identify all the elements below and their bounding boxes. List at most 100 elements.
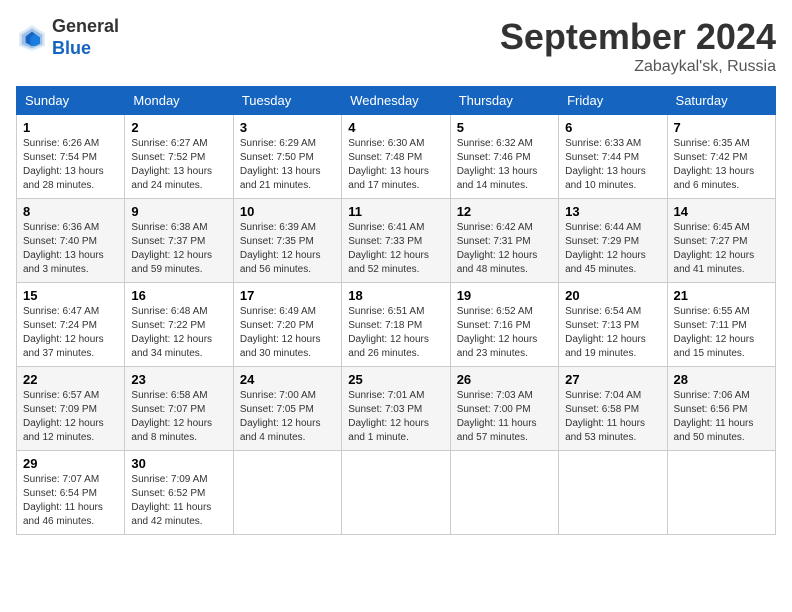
day-number: 15 bbox=[23, 288, 118, 303]
day-number: 6 bbox=[565, 120, 660, 135]
day-number: 16 bbox=[131, 288, 226, 303]
calendar-day-cell: 20 Sunrise: 6:54 AMSunset: 7:13 PMDayligh… bbox=[559, 283, 667, 367]
day-number: 21 bbox=[674, 288, 769, 303]
day-info: Sunrise: 7:00 AMSunset: 7:05 PMDaylight:… bbox=[240, 389, 335, 445]
calendar-week-row: 15 Sunrise: 6:47 AMSunset: 7:24 PMDayligh… bbox=[17, 283, 776, 367]
calendar-day-cell bbox=[233, 451, 341, 535]
calendar-day-cell: 23Sunrise: 6:58 AMSunset: 7:07 PMDayligh… bbox=[125, 367, 233, 451]
calendar-day-cell: 4 Sunrise: 6:30 AMSunset: 7:48 PMDaylight… bbox=[342, 115, 450, 199]
day-info: Sunrise: 6:35 AMSunset: 7:42 PMDaylight:… bbox=[674, 137, 769, 193]
day-info: Sunrise: 6:44 AMSunset: 7:29 PMDaylight:… bbox=[565, 221, 660, 277]
day-info: Sunrise: 6:41 AMSunset: 7:33 PMDaylight:… bbox=[348, 221, 443, 277]
title-block: September 2024 Zabaykal'sk, Russia bbox=[500, 16, 776, 76]
calendar-day-cell: 3Sunrise: 6:29 AMSunset: 7:50 PMDaylight… bbox=[233, 115, 341, 199]
weekday-header-tuesday: Tuesday bbox=[233, 87, 341, 115]
day-number: 1 bbox=[23, 120, 118, 135]
calendar-day-cell bbox=[450, 451, 558, 535]
calendar-week-row: 1 Sunrise: 6:26 AMSunset: 7:54 PMDaylight… bbox=[17, 115, 776, 199]
calendar-day-cell: 15 Sunrise: 6:47 AMSunset: 7:24 PMDayligh… bbox=[17, 283, 125, 367]
day-number: 4 bbox=[348, 120, 443, 135]
calendar-day-cell: 7Sunrise: 6:35 AMSunset: 7:42 PMDaylight… bbox=[667, 115, 775, 199]
calendar-day-cell: 18Sunrise: 6:51 AMSunset: 7:18 PMDayligh… bbox=[342, 283, 450, 367]
day-number: 28 bbox=[674, 372, 769, 387]
day-info: Sunrise: 7:03 AMSunset: 7:00 PMDaylight:… bbox=[457, 389, 552, 445]
day-number: 17 bbox=[240, 288, 335, 303]
day-info: Sunrise: 7:01 AMSunset: 7:03 PMDaylight:… bbox=[348, 389, 443, 445]
logo: General Blue bbox=[16, 16, 119, 59]
calendar-day-cell: 8 Sunrise: 6:36 AMSunset: 7:40 PMDaylight… bbox=[17, 199, 125, 283]
calendar-day-cell: 6 Sunrise: 6:33 AMSunset: 7:44 PMDaylight… bbox=[559, 115, 667, 199]
calendar-day-cell: 5Sunrise: 6:32 AMSunset: 7:46 PMDaylight… bbox=[450, 115, 558, 199]
day-info: Sunrise: 7:04 AMSunset: 6:58 PMDaylight:… bbox=[565, 389, 660, 445]
calendar-day-cell: 9Sunrise: 6:38 AMSunset: 7:37 PMDaylight… bbox=[125, 199, 233, 283]
calendar-week-row: 29 Sunrise: 7:07 AMSunset: 6:54 PMDayligh… bbox=[17, 451, 776, 535]
weekday-header-sunday: Sunday bbox=[17, 87, 125, 115]
calendar-day-cell: 16 Sunrise: 6:48 AMSunset: 7:22 PMDayligh… bbox=[125, 283, 233, 367]
calendar-day-cell bbox=[342, 451, 450, 535]
day-number: 8 bbox=[23, 204, 118, 219]
calendar-day-cell: 29 Sunrise: 7:07 AMSunset: 6:54 PMDayligh… bbox=[17, 451, 125, 535]
calendar-day-cell: 26 Sunrise: 7:03 AMSunset: 7:00 PMDayligh… bbox=[450, 367, 558, 451]
weekday-header-friday: Friday bbox=[559, 87, 667, 115]
day-info: Sunrise: 6:36 AMSunset: 7:40 PMDaylight:… bbox=[23, 221, 118, 277]
calendar-day-cell: 28Sunrise: 7:06 AMSunset: 6:56 PMDayligh… bbox=[667, 367, 775, 451]
day-info: Sunrise: 6:55 AMSunset: 7:11 PMDaylight:… bbox=[674, 305, 769, 361]
day-info: Sunrise: 6:39 AMSunset: 7:35 PMDaylight:… bbox=[240, 221, 335, 277]
day-number: 2 bbox=[131, 120, 226, 135]
day-info: Sunrise: 6:49 AMSunset: 7:20 PMDaylight:… bbox=[240, 305, 335, 361]
calendar-table: SundayMondayTuesdayWednesdayThursdayFrid… bbox=[16, 86, 776, 535]
day-number: 18 bbox=[348, 288, 443, 303]
day-number: 22 bbox=[23, 372, 118, 387]
day-info: Sunrise: 7:07 AMSunset: 6:54 PMDaylight:… bbox=[23, 473, 118, 529]
day-info: Sunrise: 7:09 AMSunset: 6:52 PMDaylight:… bbox=[131, 473, 226, 529]
weekday-header-wednesday: Wednesday bbox=[342, 87, 450, 115]
day-number: 29 bbox=[23, 456, 118, 471]
calendar-day-cell: 14 Sunrise: 6:45 AMSunset: 7:27 PMDayligh… bbox=[667, 199, 775, 283]
weekday-header-saturday: Saturday bbox=[667, 87, 775, 115]
calendar-day-cell: 19 Sunrise: 6:52 AMSunset: 7:16 PMDayligh… bbox=[450, 283, 558, 367]
day-number: 10 bbox=[240, 204, 335, 219]
day-info: Sunrise: 6:42 AMSunset: 7:31 PMDaylight:… bbox=[457, 221, 552, 277]
day-info: Sunrise: 6:58 AMSunset: 7:07 PMDaylight:… bbox=[131, 389, 226, 445]
day-number: 27 bbox=[565, 372, 660, 387]
calendar-day-cell: 1 Sunrise: 6:26 AMSunset: 7:54 PMDaylight… bbox=[17, 115, 125, 199]
calendar-day-cell: 27 Sunrise: 7:04 AMSunset: 6:58 PMDayligh… bbox=[559, 367, 667, 451]
calendar-day-cell: 30Sunrise: 7:09 AMSunset: 6:52 PMDayligh… bbox=[125, 451, 233, 535]
logo-general-text: General bbox=[52, 16, 119, 36]
calendar-day-cell: 17 Sunrise: 6:49 AMSunset: 7:20 PMDayligh… bbox=[233, 283, 341, 367]
logo-blue-text: Blue bbox=[52, 38, 91, 58]
day-info: Sunrise: 6:47 AMSunset: 7:24 PMDaylight:… bbox=[23, 305, 118, 361]
calendar-week-row: 8 Sunrise: 6:36 AMSunset: 7:40 PMDaylight… bbox=[17, 199, 776, 283]
calendar-day-cell: 12 Sunrise: 6:42 AMSunset: 7:31 PMDayligh… bbox=[450, 199, 558, 283]
day-info: Sunrise: 6:52 AMSunset: 7:16 PMDaylight:… bbox=[457, 305, 552, 361]
calendar-day-cell: 21 Sunrise: 6:55 AMSunset: 7:11 PMDayligh… bbox=[667, 283, 775, 367]
day-info: Sunrise: 6:30 AMSunset: 7:48 PMDaylight:… bbox=[348, 137, 443, 193]
calendar-day-cell: 11Sunrise: 6:41 AMSunset: 7:33 PMDayligh… bbox=[342, 199, 450, 283]
day-number: 13 bbox=[565, 204, 660, 219]
page-header: General Blue September 2024 Zabaykal'sk,… bbox=[16, 16, 776, 76]
day-number: 14 bbox=[674, 204, 769, 219]
calendar-day-cell bbox=[559, 451, 667, 535]
day-info: Sunrise: 6:27 AMSunset: 7:52 PMDaylight:… bbox=[131, 137, 226, 193]
day-info: Sunrise: 6:54 AMSunset: 7:13 PMDaylight:… bbox=[565, 305, 660, 361]
day-number: 25 bbox=[348, 372, 443, 387]
day-number: 20 bbox=[565, 288, 660, 303]
generalblue-icon bbox=[16, 22, 48, 54]
calendar-day-cell: 13 Sunrise: 6:44 AMSunset: 7:29 PMDayligh… bbox=[559, 199, 667, 283]
weekday-header-thursday: Thursday bbox=[450, 87, 558, 115]
calendar-day-cell: 25 Sunrise: 7:01 AMSunset: 7:03 PMDayligh… bbox=[342, 367, 450, 451]
calendar-week-row: 22Sunrise: 6:57 AMSunset: 7:09 PMDayligh… bbox=[17, 367, 776, 451]
calendar-day-cell: 2 Sunrise: 6:27 AMSunset: 7:52 PMDaylight… bbox=[125, 115, 233, 199]
weekday-header-row: SundayMondayTuesdayWednesdayThursdayFrid… bbox=[17, 87, 776, 115]
day-number: 9 bbox=[131, 204, 226, 219]
day-info: Sunrise: 6:29 AMSunset: 7:50 PMDaylight:… bbox=[240, 137, 335, 193]
location-subtitle: Zabaykal'sk, Russia bbox=[500, 58, 776, 76]
day-number: 26 bbox=[457, 372, 552, 387]
day-info: Sunrise: 6:45 AMSunset: 7:27 PMDaylight:… bbox=[674, 221, 769, 277]
day-info: Sunrise: 6:48 AMSunset: 7:22 PMDaylight:… bbox=[131, 305, 226, 361]
day-info: Sunrise: 6:33 AMSunset: 7:44 PMDaylight:… bbox=[565, 137, 660, 193]
day-number: 5 bbox=[457, 120, 552, 135]
day-number: 19 bbox=[457, 288, 552, 303]
day-number: 12 bbox=[457, 204, 552, 219]
day-info: Sunrise: 6:26 AMSunset: 7:54 PMDaylight:… bbox=[23, 137, 118, 193]
